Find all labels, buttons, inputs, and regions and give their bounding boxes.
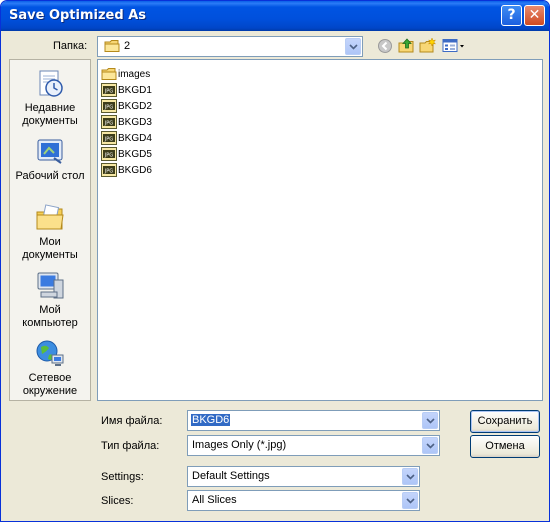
back-icon[interactable] xyxy=(377,38,393,54)
place-label-my-documents: Мои документы xyxy=(22,236,78,261)
close-button[interactable]: ✕ xyxy=(524,5,545,26)
network-places-icon xyxy=(36,340,64,366)
slices-dropdown-button[interactable] xyxy=(402,492,418,509)
chevron-down-icon xyxy=(348,43,358,50)
folder-icon xyxy=(104,40,120,52)
my-documents-icon xyxy=(36,204,64,230)
svg-text:JPG: JPG xyxy=(104,89,113,95)
place-my-computer[interactable]: Мой компьютер xyxy=(10,270,90,330)
window-title: Save Optimized As xyxy=(9,8,146,23)
svg-text:JPG: JPG xyxy=(104,137,113,143)
file-name: BKGD6 xyxy=(118,164,152,176)
slices-label: Slices: xyxy=(101,495,134,507)
file-name: BKGD1 xyxy=(118,84,152,96)
jpg-file-icon: JPG xyxy=(101,147,117,161)
slices-value: All Slices xyxy=(192,494,237,506)
filename-input[interactable]: BKGD6 xyxy=(191,414,231,426)
place-label-recent: Недавние документы xyxy=(22,102,78,127)
place-label-my-computer: Мой компьютер xyxy=(22,304,78,329)
list-item[interactable]: JPG BKGD5 xyxy=(101,146,152,162)
lookin-dropdown-button[interactable] xyxy=(345,38,361,55)
file-name: BKGD5 xyxy=(118,148,152,160)
list-item[interactable]: JPG BKGD4 xyxy=(101,130,152,146)
place-my-documents[interactable]: Мои документы xyxy=(10,202,90,262)
close-icon: ✕ xyxy=(528,7,541,23)
chevron-down-icon xyxy=(405,497,415,504)
list-item[interactable]: JPG BKGD3 xyxy=(101,114,152,130)
slices-select[interactable]: All Slices xyxy=(187,490,420,511)
jpg-file-icon: JPG xyxy=(101,131,117,145)
lookin-label: Папка: xyxy=(53,40,88,52)
list-item[interactable]: JPG BKGD2 xyxy=(101,98,152,114)
folder-icon xyxy=(101,68,117,80)
filename-dropdown-button[interactable] xyxy=(422,412,438,429)
file-name: BKGD2 xyxy=(118,100,152,112)
jpg-file-icon: JPG xyxy=(101,115,117,129)
filetype-dropdown-button[interactable] xyxy=(422,437,438,454)
filename-combo[interactable]: BKGD6 xyxy=(187,410,440,431)
list-item[interactable]: JPG BKGD6 xyxy=(101,162,152,178)
view-menu-icon[interactable] xyxy=(442,38,466,54)
settings-label: Settings: xyxy=(101,471,144,483)
settings-dropdown-button[interactable] xyxy=(402,468,418,485)
jpg-file-icon: JPG xyxy=(101,163,117,177)
list-item[interactable]: images xyxy=(101,66,150,82)
svg-text:JPG: JPG xyxy=(104,121,113,127)
list-item[interactable]: JPG BKGD1 xyxy=(101,82,152,98)
up-folder-icon[interactable] xyxy=(398,37,416,54)
filetype-select[interactable]: Images Only (*.jpg) xyxy=(187,435,440,456)
recent-documents-icon xyxy=(39,70,63,97)
titlebar[interactable]: Save Optimized As ? ✕ xyxy=(1,1,549,31)
place-label-desktop: Рабочий стол xyxy=(15,170,85,182)
place-desktop[interactable]: Рабочий стол xyxy=(10,136,90,183)
svg-text:JPG: JPG xyxy=(104,105,113,111)
desktop-icon xyxy=(37,139,63,164)
file-name: images xyxy=(118,68,151,80)
file-name: BKGD3 xyxy=(118,116,152,128)
places-bar: Недавние документы Рабочий стол Мои доку… xyxy=(9,59,91,401)
file-name: BKGD4 xyxy=(118,132,152,144)
place-recent-documents[interactable]: Недавние документы xyxy=(10,68,90,128)
settings-value: Default Settings xyxy=(192,470,270,482)
chevron-down-icon xyxy=(425,417,435,424)
settings-select[interactable]: Default Settings xyxy=(187,466,420,487)
cancel-button[interactable]: Отмена xyxy=(470,435,540,458)
place-label-network: Сетевое окружение xyxy=(22,372,78,397)
help-button[interactable]: ? xyxy=(501,5,522,26)
file-list[interactable]: images JPG BKGD1 JPG BKGD2 JPG BKGD3 JPG… xyxy=(97,59,543,401)
filename-label: Имя файла: xyxy=(101,415,163,427)
my-computer-icon xyxy=(37,272,64,299)
lookin-combo[interactable]: 2 xyxy=(97,36,363,57)
save-dialog: Save Optimized As ? ✕ Папка: 2 Недавние … xyxy=(0,0,550,522)
jpg-file-icon: JPG xyxy=(101,99,117,113)
chevron-down-icon xyxy=(425,442,435,449)
jpg-file-icon: JPG xyxy=(101,83,117,97)
new-folder-icon[interactable] xyxy=(419,37,437,54)
lookin-value: 2 xyxy=(124,40,131,52)
place-network[interactable]: Сетевое окружение xyxy=(10,338,90,398)
svg-text:JPG: JPG xyxy=(104,169,113,175)
help-icon: ? xyxy=(507,7,516,23)
svg-text:JPG: JPG xyxy=(104,153,113,159)
chevron-down-icon xyxy=(405,473,415,480)
filetype-label: Тип файла: xyxy=(101,440,160,452)
filetype-value: Images Only (*.jpg) xyxy=(192,439,287,451)
save-button[interactable]: Сохранить xyxy=(470,410,540,433)
